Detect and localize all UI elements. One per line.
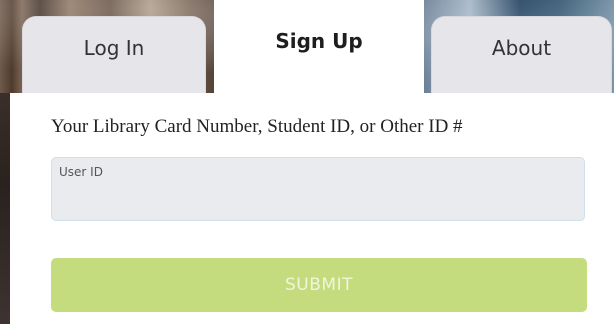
- user-id-field[interactable]: User ID: [51, 157, 585, 221]
- tab-log-in[interactable]: Log In: [22, 16, 206, 93]
- background-edge: [0, 93, 10, 324]
- id-field-label: Your Library Card Number, Student ID, or…: [51, 116, 463, 137]
- user-id-input[interactable]: [52, 158, 584, 220]
- tab-about-label: About: [491, 36, 552, 60]
- tab-log-in-label: Log In: [83, 36, 145, 60]
- tab-sign-up[interactable]: Sign Up: [214, 0, 424, 93]
- tab-about[interactable]: About: [431, 16, 612, 93]
- tab-sign-up-label: Sign Up: [275, 28, 363, 53]
- submit-button[interactable]: SUBMIT: [51, 258, 587, 312]
